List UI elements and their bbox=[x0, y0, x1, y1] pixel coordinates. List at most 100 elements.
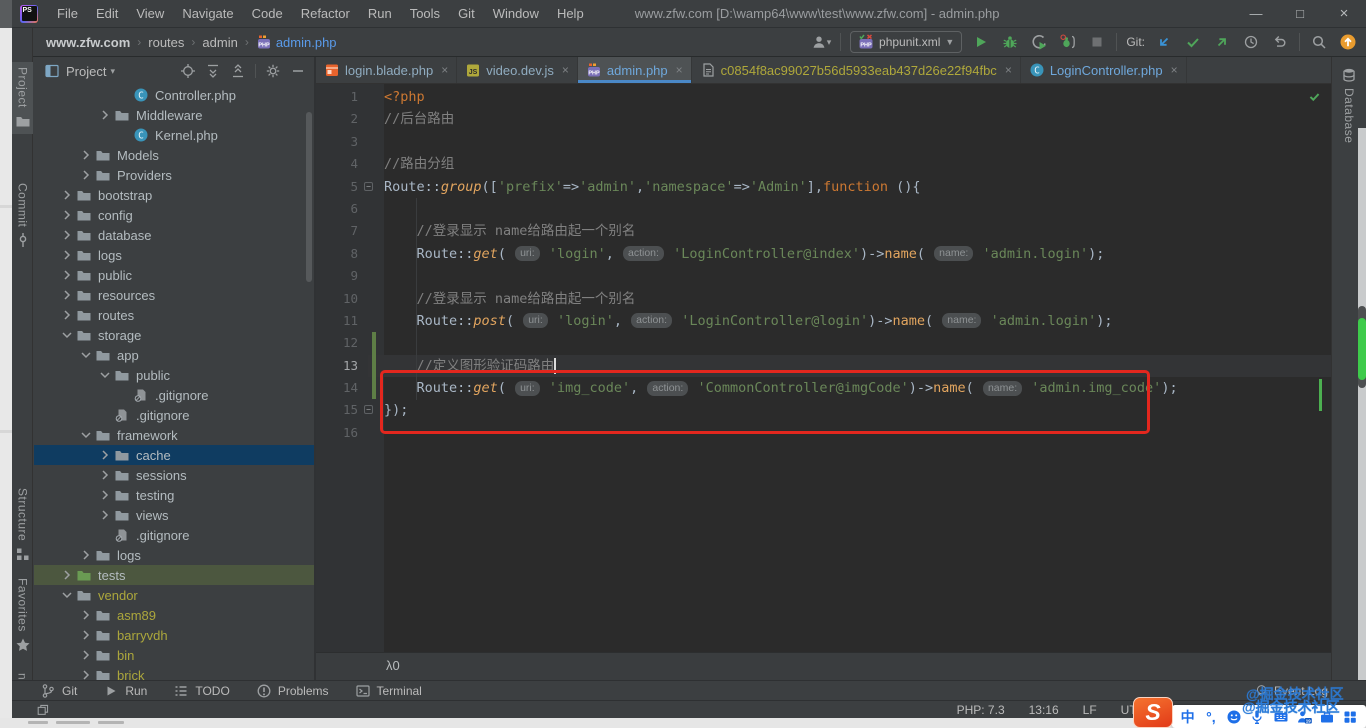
tree-item-cache[interactable]: cache bbox=[34, 445, 314, 465]
close-icon[interactable]: × bbox=[1171, 63, 1178, 77]
rollback-button[interactable] bbox=[1270, 32, 1290, 52]
ime-smiley-button[interactable] bbox=[1225, 708, 1243, 726]
breadcrumb-item-admin[interactable]: admin bbox=[202, 35, 237, 50]
tree-item-bootstrap[interactable]: bootstrap bbox=[34, 185, 314, 205]
chevron-right-icon[interactable] bbox=[96, 487, 114, 503]
tree-item-asm89[interactable]: asm89 bbox=[34, 605, 314, 625]
history-button[interactable] bbox=[1241, 32, 1261, 52]
tree-item-gitignore[interactable]: .gitignore bbox=[34, 405, 314, 425]
tab-video-dev-js[interactable]: JSvideo.dev.js× bbox=[457, 57, 578, 83]
tree-item-middleware[interactable]: Middleware bbox=[34, 105, 314, 125]
chevron-right-icon[interactable] bbox=[58, 247, 76, 263]
tab-admin-php[interactable]: PHPadmin.php× bbox=[578, 57, 692, 83]
breadcrumb-lambda[interactable]: λ0 bbox=[386, 658, 400, 673]
tree-item-controller-php[interactable]: CController.php bbox=[34, 85, 314, 105]
tree-item-vendor[interactable]: vendor bbox=[34, 585, 314, 605]
breadcrumb-item-routes[interactable]: routes bbox=[148, 35, 184, 50]
fold-marker-icon[interactable]: − bbox=[364, 182, 373, 191]
tree-item-public[interactable]: public bbox=[34, 265, 314, 285]
chevron-right-icon[interactable] bbox=[96, 447, 114, 463]
tree-item-logs[interactable]: logs bbox=[34, 545, 314, 565]
chevron-down-icon[interactable] bbox=[58, 327, 76, 343]
stripe-tab-project[interactable]: Project bbox=[12, 62, 33, 134]
coverage-button[interactable] bbox=[1029, 32, 1049, 52]
overlay-scrollbar[interactable] bbox=[1358, 128, 1366, 690]
toolwindow-button-todo[interactable]: TODO bbox=[173, 683, 229, 699]
chevron-right-icon[interactable] bbox=[58, 567, 76, 583]
chevron-right-icon[interactable] bbox=[58, 227, 76, 243]
menu-item-edit[interactable]: Edit bbox=[87, 0, 127, 28]
chevron-right-icon[interactable] bbox=[96, 507, 114, 523]
menu-item-help[interactable]: Help bbox=[548, 0, 593, 28]
stripe-tab-commit[interactable]: Commit bbox=[12, 178, 33, 253]
tree-item-storage[interactable]: storage bbox=[34, 325, 314, 345]
tree-item-public[interactable]: public bbox=[34, 365, 314, 385]
chevron-right-icon[interactable] bbox=[58, 207, 76, 223]
tab-logincontroller-php[interactable]: CLoginController.php× bbox=[1021, 57, 1187, 83]
chevron-right-icon[interactable] bbox=[77, 667, 95, 680]
chevron-right-icon[interactable] bbox=[77, 547, 95, 563]
breadcrumb-item-www-zfw-com[interactable]: www.zfw.com bbox=[46, 35, 130, 50]
tree-item-kernel-php[interactable]: CKernel.php bbox=[34, 125, 314, 145]
toolwindow-button-problems[interactable]: Problems bbox=[256, 683, 329, 699]
chevron-right-icon[interactable] bbox=[58, 267, 76, 283]
fold-marker-icon[interactable]: − bbox=[364, 405, 373, 414]
tree-item-views[interactable]: views bbox=[34, 505, 314, 525]
chevron-right-icon[interactable] bbox=[77, 167, 95, 183]
run-configuration-selector[interactable]: PHPphpunit.xml▼ bbox=[850, 31, 962, 53]
locate-icon[interactable] bbox=[180, 63, 196, 79]
code-line-2[interactable]: 2//后台路由 bbox=[316, 108, 1331, 130]
ime-punct-button[interactable]: °, bbox=[1202, 708, 1220, 726]
status-widget-13-16[interactable]: 13:16 bbox=[1029, 703, 1059, 717]
code-line-6[interactable]: 6 bbox=[316, 198, 1331, 220]
code-line-3[interactable]: 3 bbox=[316, 131, 1331, 153]
chevron-down-icon[interactable] bbox=[96, 367, 114, 383]
code-line-5[interactable]: 5−Route::group(['prefix'=>'admin','names… bbox=[316, 176, 1331, 198]
status-widget-lf[interactable]: LF bbox=[1083, 703, 1097, 717]
code-line-4[interactable]: 4//路由分组 bbox=[316, 153, 1331, 175]
user-button[interactable]: ▾ bbox=[811, 32, 831, 52]
search-button[interactable] bbox=[1309, 32, 1329, 52]
tab-c0854f8ac99027b56d5933eab437d26e22f94fbc[interactable]: c0854f8ac99027b56d5933eab437d26e22f94fbc… bbox=[692, 57, 1021, 83]
toolwindow-button-terminal[interactable]: Terminal bbox=[355, 683, 422, 699]
chevron-right-icon[interactable] bbox=[77, 147, 95, 163]
chevron-down-icon[interactable] bbox=[77, 347, 95, 363]
tree-item-routes[interactable]: routes bbox=[34, 305, 314, 325]
close-icon[interactable]: × bbox=[562, 63, 569, 77]
menu-item-tools[interactable]: Tools bbox=[401, 0, 449, 28]
tool-windows-icon[interactable] bbox=[36, 703, 50, 717]
code-line-10[interactable]: 10 //登录显示 name给路由起一个别名 bbox=[316, 288, 1331, 310]
tree-item-gitignore[interactable]: .gitignore bbox=[34, 385, 314, 405]
code-line-7[interactable]: 7 //登录显示 name给路由起一个别名 bbox=[316, 220, 1331, 242]
stop-button[interactable] bbox=[1087, 32, 1107, 52]
tree-item-config[interactable]: config bbox=[34, 205, 314, 225]
tree-item-resources[interactable]: resources bbox=[34, 285, 314, 305]
minus-icon[interactable] bbox=[290, 63, 306, 79]
close-icon[interactable]: × bbox=[676, 63, 683, 77]
tree-item-models[interactable]: Models bbox=[34, 145, 314, 165]
menu-item-code[interactable]: Code bbox=[243, 0, 292, 28]
tree-item-testing[interactable]: testing bbox=[34, 485, 314, 505]
git-update-button[interactable] bbox=[1154, 32, 1174, 52]
sogou-ime-logo[interactable]: S bbox=[1133, 697, 1173, 728]
menu-item-refactor[interactable]: Refactor bbox=[292, 0, 359, 28]
toolwindow-button-run[interactable]: Run bbox=[103, 683, 147, 699]
tree-item-gitignore[interactable]: .gitignore bbox=[34, 525, 314, 545]
status-widget-php-7-3[interactable]: PHP: 7.3 bbox=[957, 703, 1005, 717]
tree-item-sessions[interactable]: sessions bbox=[34, 465, 314, 485]
tree-item-barryvdh[interactable]: barryvdh bbox=[34, 625, 314, 645]
inspections-ok-icon[interactable] bbox=[1308, 90, 1321, 108]
tab-login-blade-php[interactable]: login.blade.php× bbox=[316, 57, 457, 83]
expand-all-icon[interactable] bbox=[205, 63, 221, 79]
chevron-right-icon[interactable] bbox=[58, 287, 76, 303]
maximize-button[interactable]: □ bbox=[1278, 0, 1322, 27]
breadcrumb-item-current-file[interactable]: PHPadmin.php bbox=[256, 34, 337, 50]
stripe-tab-structure[interactable]: Structure bbox=[12, 483, 33, 567]
debug-button[interactable] bbox=[1000, 32, 1020, 52]
tree-item-brick[interactable]: brick bbox=[34, 665, 314, 680]
code-line-9[interactable]: 9 bbox=[316, 265, 1331, 287]
tree-scrollbar[interactable] bbox=[306, 112, 312, 282]
tree-item-bin[interactable]: bin bbox=[34, 645, 314, 665]
chevron-right-icon[interactable] bbox=[77, 627, 95, 643]
code-line-12[interactable]: 12 bbox=[316, 332, 1331, 354]
